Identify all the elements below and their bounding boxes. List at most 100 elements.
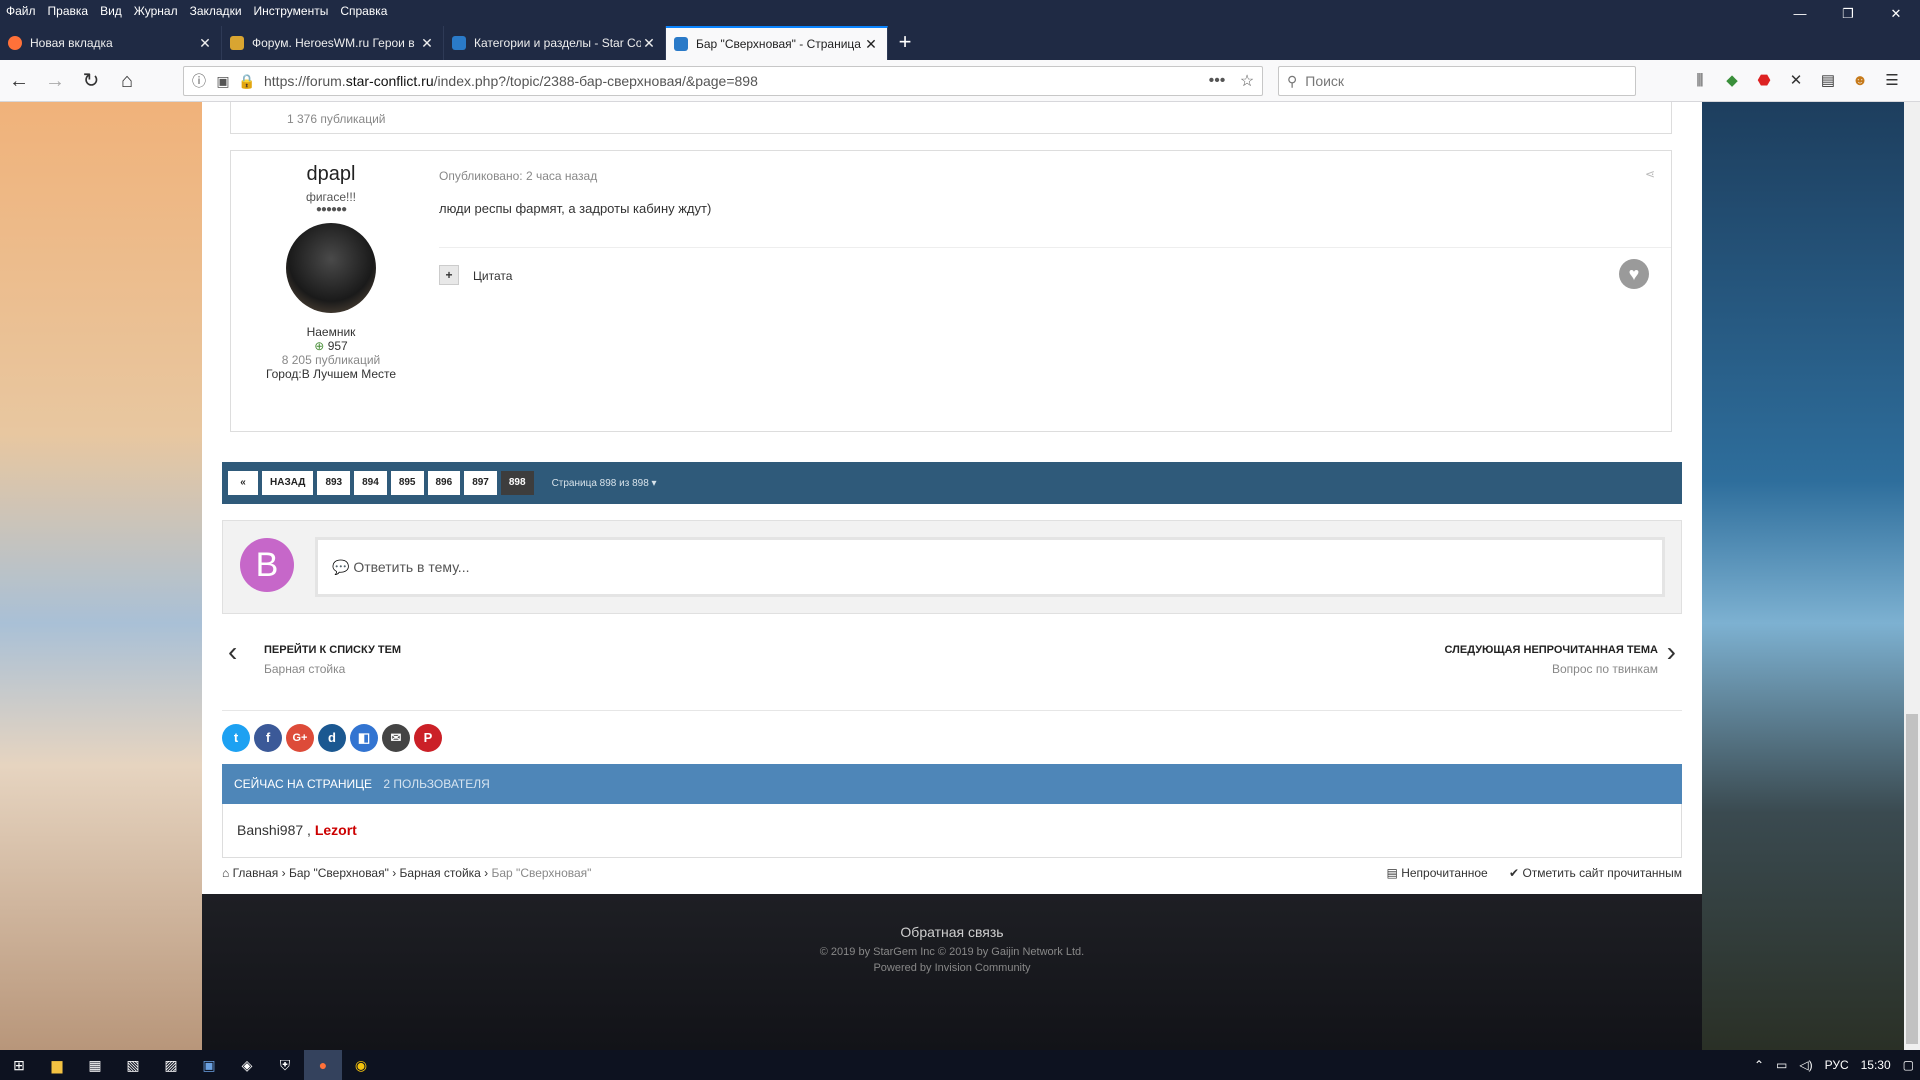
scrollbar-thumb[interactable] bbox=[1906, 714, 1918, 1044]
chrome-taskbar-icon[interactable]: ◉ bbox=[342, 1050, 380, 1080]
page-actions-icon[interactable]: ••• bbox=[1202, 72, 1232, 90]
tray-chevron-icon[interactable]: ⌃ bbox=[1748, 1058, 1770, 1072]
menu-edit[interactable]: Правка bbox=[42, 0, 95, 22]
online-user-link[interactable]: Lezort bbox=[315, 822, 357, 838]
author-post-count: 8 205 публикаций bbox=[281, 353, 381, 367]
menu-hamburger-icon[interactable]: ☰ bbox=[1876, 66, 1908, 96]
menu-file[interactable]: Файл bbox=[0, 0, 42, 22]
sidebar-icon[interactable]: ▤ bbox=[1812, 66, 1844, 96]
author-name[interactable]: dpapl bbox=[231, 163, 431, 186]
app-icon[interactable]: ◈ bbox=[228, 1050, 266, 1080]
chevron-left-icon[interactable]: ‹ bbox=[228, 636, 237, 668]
twitter-share-icon[interactable]: t bbox=[222, 724, 250, 752]
powered-by[interactable]: Powered by Invision Community bbox=[202, 962, 1702, 974]
bookmark-star-icon[interactable]: ☆ bbox=[1232, 71, 1262, 91]
network-icon[interactable]: ▭ bbox=[1770, 1058, 1793, 1072]
page-893[interactable]: 893 bbox=[317, 471, 351, 495]
unread-link[interactable]: Непрочитанное bbox=[1401, 866, 1488, 880]
app-icon[interactable]: ▧ bbox=[114, 1050, 152, 1080]
new-tab-button[interactable]: + bbox=[888, 26, 922, 60]
breadcrumb-forum[interactable]: Бар "Сверхновая" bbox=[289, 866, 389, 880]
digg-share-icon[interactable]: d bbox=[318, 724, 346, 752]
monkey-extension-icon[interactable]: ☻ bbox=[1844, 66, 1876, 96]
file-explorer-icon[interactable]: ▆ bbox=[38, 1050, 76, 1080]
firefox-icon bbox=[8, 36, 22, 50]
feedback-link[interactable]: Обратная связь bbox=[202, 924, 1702, 940]
app-icon[interactable]: ▦ bbox=[76, 1050, 114, 1080]
close-tab-icon[interactable]: ✕ bbox=[641, 35, 657, 52]
breadcrumb-home[interactable]: Главная bbox=[233, 866, 279, 880]
chevron-right-icon[interactable]: › bbox=[1667, 636, 1676, 668]
adblock-icon[interactable]: ⬣ bbox=[1748, 66, 1780, 96]
online-heading: СЕЙЧАС НА СТРАНИЦЕ bbox=[234, 777, 373, 791]
page-895[interactable]: 895 bbox=[390, 471, 424, 495]
info-icon[interactable]: ⓘ bbox=[190, 71, 208, 91]
reload-icon[interactable]: ↻ bbox=[74, 64, 108, 98]
back-to-topics-link[interactable]: ПЕРЕЙТИ К СПИСКУ ТЕМ bbox=[264, 644, 401, 656]
permissions-icon[interactable]: ▣ bbox=[214, 73, 232, 90]
back-to-topics-sub: Барная стойка bbox=[264, 662, 346, 676]
library-icon[interactable]: ⫼ bbox=[1684, 66, 1716, 96]
shield-icon[interactable]: ⛨ bbox=[266, 1050, 304, 1080]
app-icon[interactable]: ▣ bbox=[190, 1050, 228, 1080]
x-extension-icon[interactable]: ✕ bbox=[1780, 66, 1812, 96]
menu-help[interactable]: Справка bbox=[334, 0, 393, 22]
tab-new[interactable]: Новая вкладка ✕ bbox=[0, 26, 222, 60]
background-art-left bbox=[0, 102, 202, 1050]
menu-tools[interactable]: Инструменты bbox=[248, 0, 335, 22]
multiquote-plus-button[interactable]: + bbox=[439, 265, 459, 285]
search-input[interactable]: ⚲ Поиск bbox=[1278, 66, 1636, 96]
like-heart-icon[interactable]: ♥ bbox=[1619, 259, 1649, 289]
page-897[interactable]: 897 bbox=[464, 471, 497, 495]
home-icon[interactable]: ⌂ bbox=[110, 64, 144, 98]
facebook-share-icon[interactable]: f bbox=[254, 724, 282, 752]
reply-input[interactable]: 💬 Ответить в тему... bbox=[315, 537, 1665, 597]
tab-bar-supernova[interactable]: Бар "Сверхновая" - Страница ✕ bbox=[666, 26, 888, 60]
search-icon: ⚲ bbox=[1287, 72, 1298, 89]
next-unread-link[interactable]: СЛЕДУЮЩАЯ НЕПРОЧИТАННАЯ ТЕМА bbox=[1445, 644, 1659, 656]
extension-icon[interactable]: ◆ bbox=[1716, 66, 1748, 96]
online-user-link[interactable]: Banshi987 bbox=[237, 822, 303, 838]
firefox-taskbar-icon[interactable]: ● bbox=[304, 1050, 342, 1080]
delicious-share-icon[interactable]: ◧ bbox=[350, 724, 378, 752]
clock[interactable]: 15:30 bbox=[1855, 1058, 1897, 1072]
prev-page-button[interactable]: НАЗАД bbox=[262, 471, 314, 495]
back-icon[interactable]: ← bbox=[2, 64, 36, 98]
tab-categories[interactable]: Категории и разделы - Star Co ✕ bbox=[444, 26, 666, 60]
plus-circle-icon: ⊕ bbox=[314, 339, 325, 353]
breadcrumb-section[interactable]: Барная стойка bbox=[400, 866, 481, 880]
page-jump-dropdown[interactable]: Страница 898 из 898 ▾ bbox=[552, 478, 657, 489]
starconflict-favicon bbox=[452, 36, 466, 50]
menu-bookmarks[interactable]: Закладки bbox=[184, 0, 248, 22]
page-896[interactable]: 896 bbox=[427, 471, 461, 495]
first-page-button[interactable]: « bbox=[228, 471, 258, 495]
language-indicator[interactable]: РУС bbox=[1819, 1058, 1855, 1072]
google-plus-share-icon[interactable]: G+ bbox=[286, 724, 314, 752]
windows-start-icon[interactable]: ⊞ bbox=[0, 1050, 38, 1080]
mark-site-read-link[interactable]: Отметить сайт прочитанным bbox=[1522, 866, 1682, 880]
page-894[interactable]: 894 bbox=[354, 471, 387, 495]
url-text[interactable]: https://forum.star-conflict.ru/index.php… bbox=[264, 73, 1202, 89]
tab-heroeswm[interactable]: Форум. HeroesWM.ru Герои в ✕ bbox=[222, 26, 444, 60]
volume-icon[interactable]: ◁) bbox=[1793, 1058, 1818, 1072]
close-tab-icon[interactable]: ✕ bbox=[863, 36, 879, 53]
tab-strip: Новая вкладка ✕ Форум. HeroesWM.ru Герои… bbox=[0, 22, 1920, 60]
forward-icon[interactable]: → bbox=[38, 64, 72, 98]
close-tab-icon[interactable]: ✕ bbox=[197, 35, 213, 52]
tab-title: Категории и разделы - Star Co bbox=[474, 36, 641, 50]
app-icon[interactable]: ▨ bbox=[152, 1050, 190, 1080]
menu-bar: Файл Правка Вид Журнал Закладки Инструме… bbox=[0, 0, 1920, 22]
notifications-icon[interactable]: ▢ bbox=[1897, 1058, 1920, 1072]
quote-button[interactable]: Цитата bbox=[473, 269, 512, 283]
share-post-icon[interactable]: ⋖ bbox=[1645, 167, 1655, 181]
menu-view[interactable]: Вид bbox=[94, 0, 128, 22]
url-bar[interactable]: ⓘ ▣ 🔒 https://forum.star-conflict.ru/ind… bbox=[183, 66, 1263, 96]
page-898-current[interactable]: 898 bbox=[500, 471, 534, 495]
email-share-icon[interactable]: ✉ bbox=[382, 724, 410, 752]
page-scrollbar[interactable] bbox=[1904, 102, 1920, 1050]
author-title: фигасе!!! bbox=[305, 190, 357, 204]
close-tab-icon[interactable]: ✕ bbox=[419, 35, 435, 52]
pinterest-share-icon[interactable]: P bbox=[414, 724, 442, 752]
menu-history[interactable]: Журнал bbox=[128, 0, 184, 22]
author-avatar[interactable] bbox=[286, 223, 376, 313]
